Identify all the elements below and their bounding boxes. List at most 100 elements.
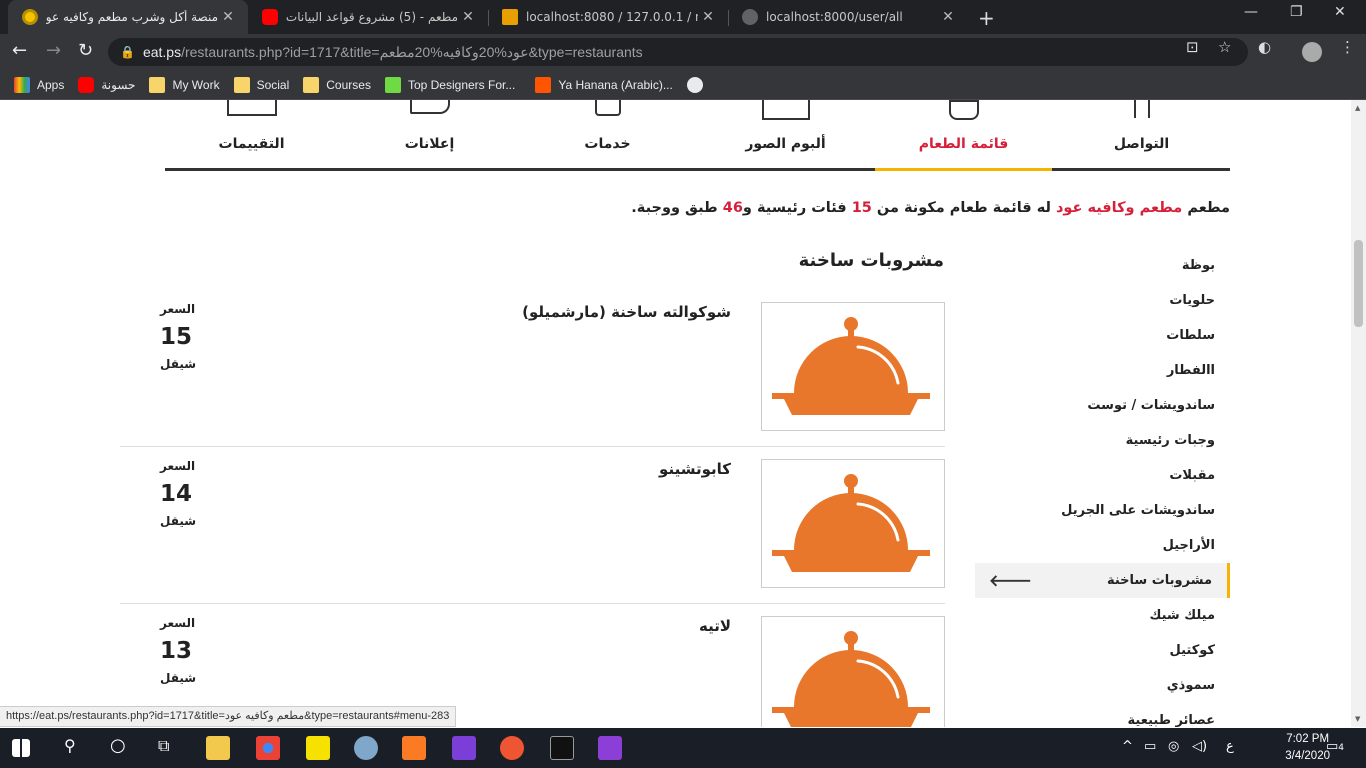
search-icon[interactable]: ⚲ (64, 736, 76, 755)
browser-tab[interactable]: مطعم - (5) مشروع قواعد البيانات ✕ (248, 0, 488, 34)
intro-part: مطعم (1182, 200, 1230, 216)
browser-tab[interactable]: localhost:8000/user/all ✕ (728, 0, 968, 34)
app-icon[interactable] (354, 736, 378, 760)
windows-start-icon[interactable] (12, 739, 30, 757)
dish-image[interactable] (761, 302, 945, 431)
browser-tab[interactable]: منصة أكل وشرب مطعم وكافيه عود ✕ (8, 0, 248, 34)
link-status-bar: https://eat.ps/restaurants.php?id=1717&t… (0, 706, 457, 727)
item-name: كابوتشينو (659, 460, 731, 478)
category-item[interactable]: االفطار (975, 353, 1230, 388)
sticky-notes-icon[interactable] (306, 736, 330, 760)
visual-studio-icon[interactable] (598, 736, 622, 760)
scroll-up-icon[interactable]: ▲ (1355, 104, 1360, 112)
chrome-icon[interactable] (256, 736, 280, 760)
close-tab-icon[interactable]: ✕ (698, 9, 718, 25)
dish-image[interactable] (761, 459, 945, 588)
bookmark-star-icon[interactable]: ☆ (1218, 38, 1231, 56)
address-bar[interactable]: 🔒 eat.ps/restaurants.php?id=1717&title=ع… (108, 38, 1248, 66)
bookmark-top-designers[interactable]: Top Designers For... (384, 76, 515, 93)
notification-count: 4 (1338, 743, 1345, 753)
tab-label: ألبوم الصور (745, 136, 826, 152)
tab-services[interactable]: خدمات (519, 100, 696, 168)
tab-contact[interactable]: التواصل (1053, 100, 1230, 168)
categories-count: 15 (851, 200, 872, 216)
category-item[interactable]: بوظة (975, 248, 1230, 283)
tab-reviews[interactable]: التقييمات (163, 100, 340, 168)
category-item[interactable]: ساندويشات على الجريل (975, 493, 1230, 528)
cortana-icon[interactable]: ○ (110, 735, 126, 756)
notifications-icon[interactable]: ▭4 (1326, 739, 1344, 754)
lock-icon: 🔒 (120, 45, 135, 59)
phpstorm-icon[interactable] (452, 736, 476, 760)
new-tab-button[interactable]: + (978, 6, 995, 30)
bookmark-globe[interactable] (686, 76, 710, 93)
close-tab-icon[interactable]: ✕ (458, 9, 478, 25)
youtube-icon (262, 9, 278, 25)
file-explorer-icon[interactable] (206, 736, 230, 760)
close-window-button[interactable]: ✕ (1334, 4, 1346, 20)
category-item[interactable]: سلطات (975, 318, 1230, 353)
item-price: 14 (159, 481, 192, 507)
terminal-icon[interactable] (550, 736, 574, 760)
phpmyadmin-icon (502, 9, 518, 25)
tray-chevron-icon[interactable]: ^ (1122, 739, 1133, 754)
clock[interactable]: 7:02 PM 3/4/2020 (1285, 731, 1330, 765)
bookmark-label: حسونة (101, 77, 136, 92)
task-view-icon[interactable]: ⧉ (158, 736, 169, 756)
reload-button[interactable]: ↻ (78, 40, 93, 61)
battery-icon[interactable]: ▭ (1144, 739, 1156, 754)
scroll-down-icon[interactable]: ▼ (1355, 715, 1360, 723)
close-tab-icon[interactable]: ✕ (938, 9, 958, 25)
postman-icon[interactable] (500, 736, 524, 760)
megaphone-icon (409, 100, 450, 114)
category-item[interactable]: مقبلات (975, 458, 1230, 493)
browser-tab[interactable]: localhost:8080 / 127.0.0.1 / news ✕ (488, 0, 728, 34)
tower-icon (1133, 100, 1150, 118)
category-item[interactable]: وجبات رئيسية (975, 423, 1230, 458)
page-content: التواصل قائمة الطعام ألبوم الصور خدمات إ… (0, 100, 1366, 727)
category-item[interactable]: عصائر طبيعية (975, 703, 1230, 727)
page-scrollbar[interactable]: ▲ ▼ (1351, 100, 1366, 727)
menu-intro-text: مطعم مطعم وكافيه عود له قائمة طعام مكونة… (631, 200, 1230, 216)
language-indicator[interactable]: ع (1226, 739, 1234, 754)
bookmark-apps[interactable]: Apps (14, 76, 64, 93)
currency-label: شيقل (160, 514, 197, 528)
scrollbar-thumb[interactable] (1354, 240, 1363, 327)
translate-icon[interactable]: ⊡ (1186, 38, 1199, 56)
bookmark-ya-hanana[interactable]: Ya Hanana (Arabic)... (535, 76, 673, 93)
category-item[interactable]: ميلك شيك (975, 598, 1230, 633)
profile-avatar[interactable] (1302, 42, 1322, 62)
menu-items-list: شوكوالته ساخنة (مارشميلو) السعر 15 شيقل … (120, 290, 945, 727)
more-menu-icon[interactable]: ⋮ (1340, 38, 1355, 56)
category-item[interactable]: ساندويشات / توست (975, 388, 1230, 423)
extension-icon[interactable]: ◐ (1258, 38, 1271, 56)
tab-label: قائمة الطعام (918, 136, 1009, 152)
url-host: eat.ps (142, 43, 182, 60)
dishes-count: 46 (722, 200, 743, 216)
bookmark-courses[interactable]: Courses (303, 76, 371, 93)
category-item-active[interactable]: مشروبات ساخنة 🡐 (975, 563, 1230, 598)
network-icon[interactable]: ◎ (1168, 739, 1179, 754)
volume-icon[interactable]: ◁) (1192, 739, 1207, 754)
forward-button[interactable]: → (46, 40, 61, 61)
tab-photo-album[interactable]: ألبوم الصور (697, 100, 874, 168)
bookmark-hassouna[interactable]: حسونة (78, 76, 136, 93)
close-tab-icon[interactable]: ✕ (218, 9, 238, 25)
xampp-icon[interactable] (402, 736, 426, 760)
bookmark-label: Social (256, 77, 290, 92)
currency-label: شيقل (160, 357, 197, 371)
category-item[interactable]: كوكتيل (975, 633, 1230, 668)
tab-ads[interactable]: إعلانات (341, 100, 518, 168)
cloche-icon (772, 317, 930, 415)
tab-menu[interactable]: قائمة الطعام (875, 100, 1052, 171)
dish-image[interactable] (761, 616, 945, 727)
bookmark-my-work[interactable]: My Work (149, 76, 220, 93)
bookmark-social[interactable]: Social (233, 76, 290, 93)
category-item[interactable]: حلويات (975, 283, 1230, 318)
category-item[interactable]: سموذي (975, 668, 1230, 703)
section-title: مشروبات ساخنة (798, 250, 944, 271)
category-item[interactable]: الأراجيل (975, 528, 1230, 563)
maximize-button[interactable]: ❐ (1290, 4, 1303, 20)
minimize-button[interactable]: — (1244, 4, 1258, 20)
back-button[interactable]: ← (12, 40, 27, 61)
